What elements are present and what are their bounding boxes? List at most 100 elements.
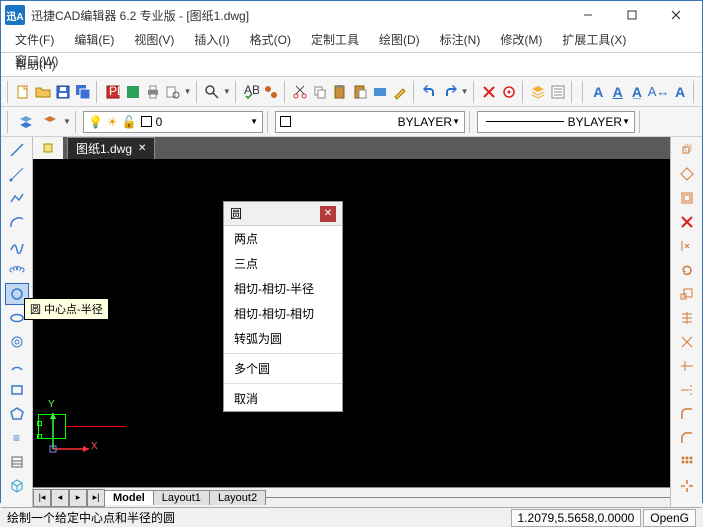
- tab-close-icon[interactable]: ✕: [138, 143, 146, 154]
- layout-prev-button[interactable]: ◂: [51, 489, 69, 507]
- ray-icon[interactable]: [5, 163, 29, 185]
- minimize-button[interactable]: [566, 1, 610, 29]
- text-style-a3-icon[interactable]: A̲: [628, 81, 645, 103]
- layout-last-button[interactable]: ▸|: [87, 489, 105, 507]
- dropdown-icon[interactable]: ▼: [223, 87, 231, 96]
- select-icon[interactable]: [500, 81, 518, 103]
- rotate-icon[interactable]: [675, 259, 699, 281]
- tool2-icon[interactable]: [371, 81, 389, 103]
- layout-next-button[interactable]: ▸: [69, 489, 87, 507]
- standard-toolbar: PDF ▼ ▼ ABC ▼ A A A̲ A↔ A: [1, 77, 702, 107]
- ctx-cancel[interactable]: 取消: [224, 386, 342, 411]
- menu-ext-tools[interactable]: 扩展工具(X): [552, 29, 636, 50]
- explode-icon[interactable]: [675, 475, 699, 497]
- menu-help[interactable]: 帮助(H): [5, 54, 66, 75]
- save-icon[interactable]: [54, 81, 72, 103]
- close-button[interactable]: [654, 1, 698, 29]
- context-close-button[interactable]: ✕: [320, 206, 336, 222]
- ctx-ttt[interactable]: 相切-相切-相切: [224, 301, 342, 326]
- array-icon[interactable]: [675, 451, 699, 473]
- tab-scroll-button[interactable]: [33, 137, 63, 159]
- pdf-icon[interactable]: PDF: [104, 81, 122, 103]
- offset-icon[interactable]: [675, 187, 699, 209]
- mirror-icon[interactable]: [675, 235, 699, 257]
- print-preview-icon[interactable]: [164, 81, 182, 103]
- ctx-multi[interactable]: 多个圆: [224, 356, 342, 381]
- erase-icon[interactable]: [675, 211, 699, 233]
- print-icon[interactable]: [144, 81, 162, 103]
- trim-icon[interactable]: [675, 355, 699, 377]
- hatch-icon[interactable]: [5, 451, 29, 473]
- arc2-icon[interactable]: [5, 355, 29, 377]
- polygon-icon[interactable]: [5, 403, 29, 425]
- rectangle-icon[interactable]: [5, 379, 29, 401]
- revcloud-icon[interactable]: [5, 259, 29, 281]
- spline-icon[interactable]: [5, 235, 29, 257]
- text-style-a-icon[interactable]: A: [590, 81, 607, 103]
- menu-insert[interactable]: 插入(I): [184, 29, 239, 50]
- stretch-icon[interactable]: [675, 307, 699, 329]
- tool-icon[interactable]: [262, 81, 280, 103]
- redo-icon[interactable]: [441, 81, 459, 103]
- move-icon[interactable]: [675, 139, 699, 161]
- dropdown-icon[interactable]: ▼: [63, 117, 71, 126]
- layer-state-icon[interactable]: [39, 111, 61, 133]
- fillet-icon[interactable]: [675, 403, 699, 425]
- sun-icon: ☀: [107, 115, 118, 129]
- color-combo[interactable]: BYLAYER ▼: [275, 111, 465, 133]
- menu-format[interactable]: 格式(O): [240, 29, 301, 50]
- donut-icon[interactable]: [5, 331, 29, 353]
- copy2-icon[interactable]: [675, 163, 699, 185]
- maximize-button[interactable]: [610, 1, 654, 29]
- layer-manager-icon[interactable]: [15, 111, 37, 133]
- dropdown-icon[interactable]: ▼: [461, 87, 469, 96]
- menu-draw[interactable]: 绘图(D): [369, 29, 430, 50]
- saveall-icon[interactable]: [74, 81, 92, 103]
- layer-combo[interactable]: 💡 ☀ 🔓 0 ▼: [83, 111, 263, 133]
- 3d-icon[interactable]: [5, 475, 29, 497]
- open-icon[interactable]: [34, 81, 52, 103]
- menu-view[interactable]: 视图(V): [124, 29, 184, 50]
- find-icon[interactable]: [203, 81, 221, 103]
- ctx-three-point[interactable]: 三点: [224, 251, 342, 276]
- menu-custom-tools[interactable]: 定制工具: [301, 29, 369, 50]
- menu-file[interactable]: 文件(F): [5, 29, 64, 50]
- menu-edit[interactable]: 编辑(E): [64, 29, 124, 50]
- text-style-a4-icon[interactable]: A: [672, 81, 689, 103]
- paste-icon[interactable]: [351, 81, 369, 103]
- plot-icon[interactable]: [124, 81, 142, 103]
- ctx-ttr[interactable]: 相切-相切-半径: [224, 276, 342, 301]
- menu-annotate[interactable]: 标注(N): [430, 29, 491, 50]
- polyline-icon[interactable]: [5, 187, 29, 209]
- copy-icon[interactable]: [311, 81, 329, 103]
- layer-icon[interactable]: [529, 81, 547, 103]
- cut-icon[interactable]: [291, 81, 309, 103]
- delete-icon[interactable]: [480, 81, 498, 103]
- ctx-two-point[interactable]: 两点: [224, 226, 342, 251]
- cross-icon[interactable]: [675, 331, 699, 353]
- scale-icon[interactable]: [675, 283, 699, 305]
- ucs-y-label: Y: [48, 399, 55, 410]
- menu-modify[interactable]: 修改(M): [490, 29, 552, 50]
- matchprop-icon[interactable]: [391, 81, 409, 103]
- spellcheck-icon[interactable]: ABC: [242, 81, 260, 103]
- copyclip-icon[interactable]: [331, 81, 349, 103]
- document-tab[interactable]: 图纸1.dwg ✕: [67, 137, 155, 159]
- layout-first-button[interactable]: |◂: [33, 489, 51, 507]
- chamfer-icon[interactable]: [675, 427, 699, 449]
- new-icon[interactable]: [14, 81, 32, 103]
- arc-icon[interactable]: [5, 211, 29, 233]
- undo-icon[interactable]: [421, 81, 439, 103]
- line-icon[interactable]: [5, 139, 29, 161]
- extend-icon[interactable]: [675, 379, 699, 401]
- properties-icon[interactable]: [549, 81, 567, 103]
- drawing-canvas[interactable]: X Y: [33, 159, 670, 487]
- text-style-a2-icon[interactable]: A: [609, 81, 626, 103]
- status-coords: 1.2079,5.5658,0.0000: [511, 509, 642, 527]
- lines-icon[interactable]: ≡: [5, 427, 29, 449]
- ctx-arc-to-circle[interactable]: 转弧为圆: [224, 326, 342, 351]
- linetype-combo[interactable]: BYLAYER ▼: [477, 111, 635, 133]
- text-dim2-icon[interactable]: A↔: [648, 81, 670, 103]
- menubar-row2: 帮助(H): [1, 53, 702, 77]
- dropdown-icon[interactable]: ▼: [184, 87, 192, 96]
